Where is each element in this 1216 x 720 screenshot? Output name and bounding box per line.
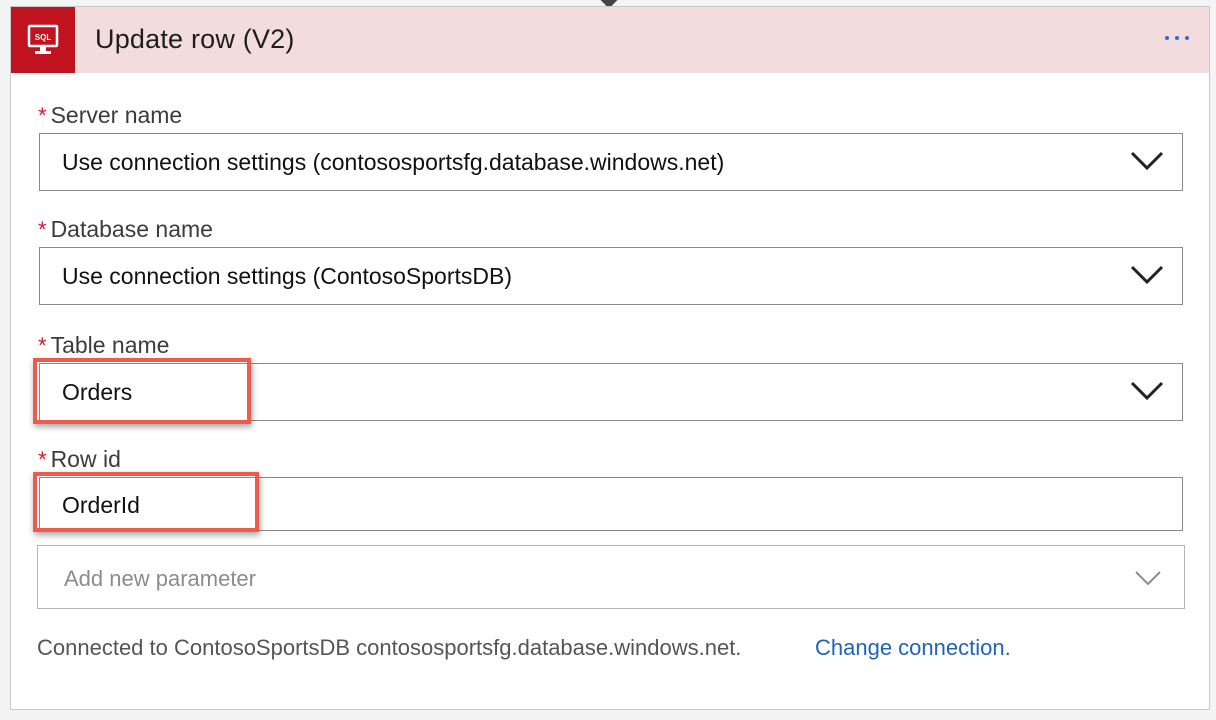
connection-status-text: Connected to ContosoSportsDB contosospor… <box>37 635 742 660</box>
table-name-label: * Table name <box>38 332 170 358</box>
add-parameter-select[interactable]: Add new parameter <box>37 545 1185 609</box>
chevron-down-icon[interactable] <box>1130 263 1164 287</box>
database-name-value: Use connection settings (ContosoSportsDB… <box>62 263 512 289</box>
row-id-label: * Row id <box>38 446 121 472</box>
card-header[interactable]: SQL Update row (V2) <box>11 7 1209 73</box>
row-id-highlight <box>33 472 259 532</box>
required-marker: * <box>38 447 47 472</box>
action-card: SQL Update row (V2) * Server name Use con… <box>10 6 1210 710</box>
chevron-down-icon[interactable] <box>1130 379 1164 403</box>
required-marker: * <box>38 103 47 128</box>
required-marker: * <box>38 333 47 358</box>
table-name-highlight <box>33 358 251 424</box>
sql-database-icon: SQL <box>11 7 75 73</box>
server-name-select[interactable]: Use connection settings (contososportsfg… <box>39 133 1183 191</box>
svg-text:SQL: SQL <box>35 33 52 42</box>
ellipsis-icon[interactable] <box>1159 23 1195 53</box>
chevron-down-icon[interactable] <box>1134 568 1162 588</box>
add-parameter-placeholder: Add new parameter <box>64 566 256 591</box>
required-marker: * <box>38 217 47 242</box>
database-name-label: * Database name <box>38 216 213 242</box>
server-name-value: Use connection settings (contososportsfg… <box>62 149 725 175</box>
chevron-down-icon[interactable] <box>1130 149 1164 173</box>
database-name-select[interactable]: Use connection settings (ContosoSportsDB… <box>39 247 1183 305</box>
card-title: Update row (V2) <box>95 24 295 54</box>
server-name-label: * Server name <box>38 102 183 128</box>
change-connection-link[interactable]: Change connection. <box>815 635 1011 661</box>
